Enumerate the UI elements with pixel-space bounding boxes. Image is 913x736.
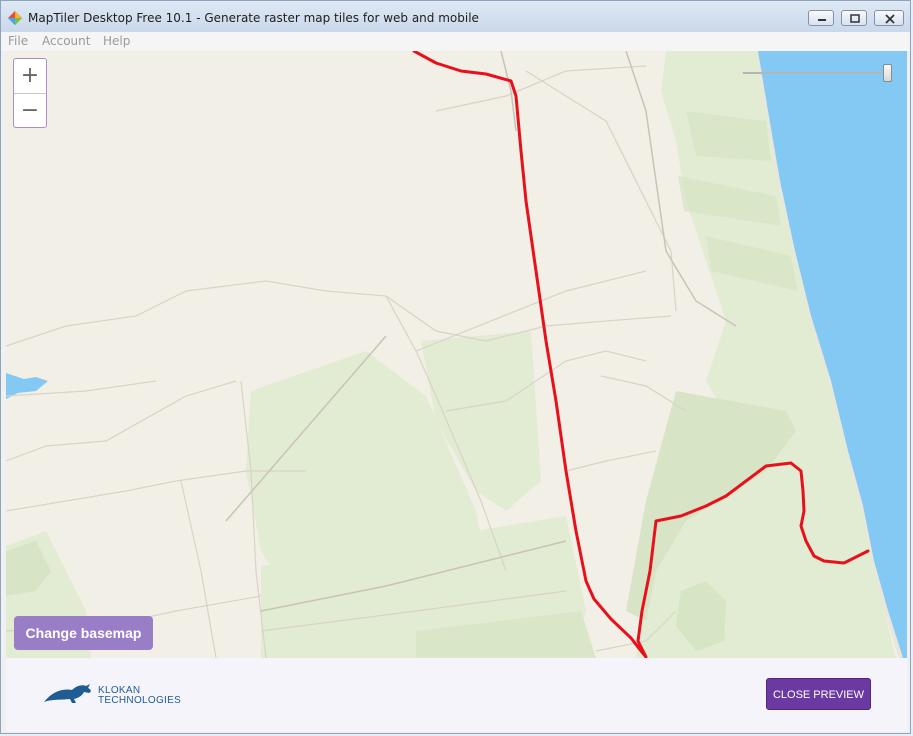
close-preview-button[interactable]: CLOSE PREVIEW	[766, 678, 871, 710]
map-preview[interactable]: + − Change basemap	[6, 51, 907, 658]
minimize-icon	[818, 19, 826, 21]
klokan-kangaroo-logo-icon	[44, 684, 91, 703]
opacity-slider-track[interactable]	[743, 72, 887, 74]
opacity-slider-handle[interactable]	[883, 64, 892, 82]
zoom-control: + −	[13, 58, 47, 128]
close-window-button[interactable]	[874, 10, 904, 26]
window-title: MapTiler Desktop Free 10.1 - Generate ra…	[28, 11, 479, 25]
logo-line-2: TECHNOLOGIES	[98, 695, 182, 706]
title-bar[interactable]: MapTiler Desktop Free 10.1 - Generate ra…	[1, 1, 910, 33]
footer-bar: KLOKAN TECHNOLOGIES CLOSE PREVIEW	[6, 658, 907, 731]
menu-file[interactable]: File	[8, 34, 28, 48]
menu-account[interactable]: Account	[42, 34, 90, 48]
minimize-button[interactable]	[808, 10, 834, 26]
menu-help[interactable]: Help	[103, 34, 130, 48]
app-window: MapTiler Desktop Free 10.1 - Generate ra…	[0, 0, 911, 734]
close-icon	[885, 14, 895, 24]
change-basemap-button[interactable]: Change basemap	[14, 616, 153, 650]
zoom-in-button[interactable]: +	[14, 59, 46, 94]
maximize-icon	[850, 14, 860, 23]
map-canvas[interactable]	[6, 51, 907, 658]
maximize-button[interactable]	[841, 10, 867, 26]
menu-bar: File Account Help	[1, 32, 910, 51]
maptiler-logo-icon	[8, 11, 22, 25]
zoom-out-button[interactable]: −	[14, 94, 46, 128]
